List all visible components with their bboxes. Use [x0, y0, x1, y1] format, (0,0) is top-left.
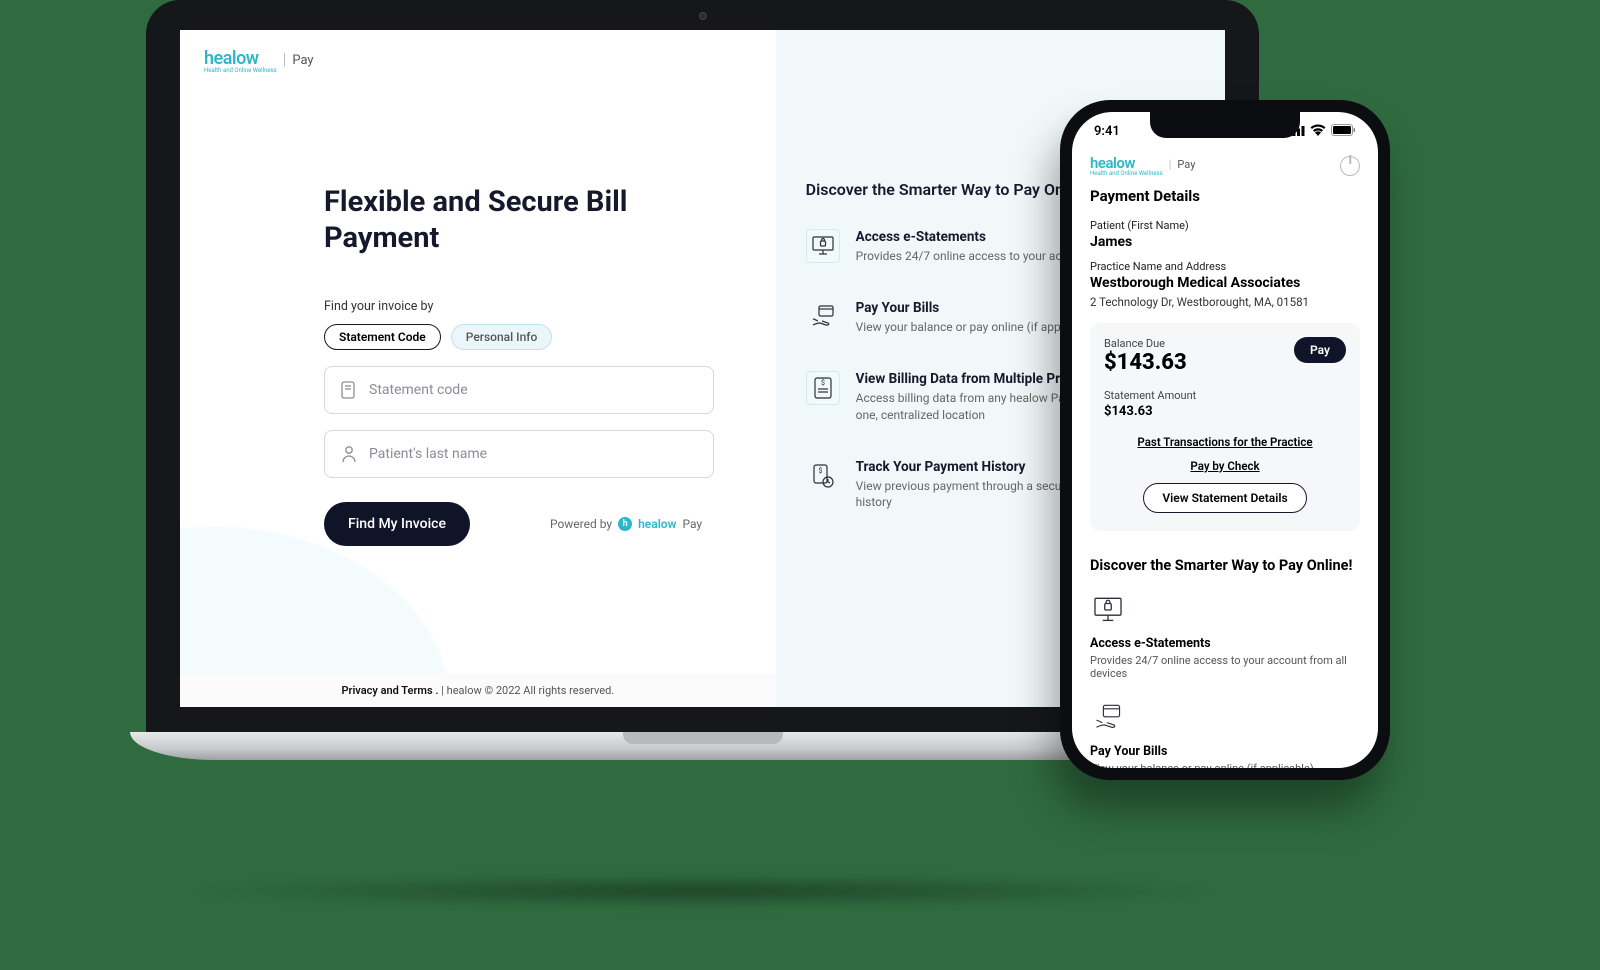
- svg-text:$: $: [821, 379, 825, 387]
- find-invoice-label: Find your invoice by: [324, 299, 752, 314]
- phone-feature-desc: Provides 24/7 online access to your acco…: [1090, 654, 1360, 680]
- healow-mark-icon: h: [618, 517, 632, 531]
- invoice-icon: $: [806, 371, 840, 405]
- balance-due-label: Balance Due: [1104, 337, 1187, 350]
- page-title: Flexible and Secure Bill Payment: [324, 184, 674, 257]
- monitor-lock-icon: [1090, 592, 1126, 628]
- phone-brand-logo: healow Health and Online Wellness | Pay: [1090, 154, 1195, 177]
- brand-tagline: Health and Online Wellness: [1090, 170, 1163, 177]
- brand-logo: healow Health and Online Wellness | Pay: [204, 48, 752, 74]
- phone-feature-desc: View your balance or pay online (if appl…: [1090, 762, 1360, 768]
- view-statement-details-button[interactable]: View Statement Details: [1143, 483, 1306, 513]
- powered-brand: healow: [638, 517, 676, 531]
- page-footer: Privacy and Terms . | healow © 2022 All …: [180, 674, 776, 707]
- statement-code-field[interactable]: [324, 366, 714, 414]
- document-icon: [341, 381, 357, 399]
- payment-details-heading: Payment Details: [1090, 187, 1360, 205]
- receipt-clock-icon: $: [806, 459, 840, 493]
- brand-product: Pay: [1177, 158, 1195, 171]
- brand-tagline: Health and Online Wellness: [204, 67, 277, 74]
- balance-card: Balance Due $143.63 Pay Statement Amount…: [1090, 323, 1360, 531]
- hand-card-icon: [1090, 700, 1126, 736]
- balance-due-amount: $143.63: [1104, 350, 1187, 375]
- battery-icon: [1331, 124, 1356, 140]
- powered-by: Powered by h healow Pay: [550, 517, 702, 531]
- monitor-lock-icon: [806, 229, 840, 263]
- powered-prefix: Powered by: [550, 517, 612, 531]
- brand-product: Pay: [292, 53, 313, 68]
- svg-text:$: $: [818, 467, 822, 475]
- laptop-camera-icon: [699, 12, 707, 20]
- practice-name: Westborough Medical Associates: [1090, 275, 1360, 291]
- footer-copyright: | healow © 2022 All rights reserved.: [439, 684, 615, 697]
- power-icon[interactable]: [1340, 156, 1360, 176]
- statement-amount-label: Statement Amount: [1104, 389, 1346, 402]
- statement-amount-value: $143.63: [1104, 404, 1346, 419]
- practice-address: 2 Technology Dr, Westborought, MA, 01581: [1090, 295, 1360, 309]
- patient-name: James: [1090, 234, 1360, 250]
- statement-code-input[interactable]: [369, 382, 697, 398]
- status-clock: 9:41: [1094, 124, 1120, 140]
- patient-label: Patient (First Name): [1090, 219, 1360, 232]
- phone-feature-title: Pay Your Bills: [1090, 744, 1360, 759]
- last-name-input[interactable]: [369, 446, 697, 462]
- tab-statement-code[interactable]: Statement Code: [324, 324, 441, 350]
- privacy-terms-link[interactable]: Privacy and Terms .: [341, 684, 438, 697]
- brand-name: healow: [204, 48, 259, 69]
- phone-discover-heading: Discover the Smarter Way to Pay Online!: [1090, 557, 1360, 574]
- find-invoice-button[interactable]: Find My Invoice: [324, 502, 470, 546]
- powered-product: Pay: [682, 517, 702, 531]
- pay-by-check-link[interactable]: Pay by Check: [1104, 459, 1346, 473]
- tab-personal-info[interactable]: Personal Info: [451, 324, 553, 350]
- phone-notch: [1150, 112, 1300, 138]
- pay-button[interactable]: Pay: [1294, 337, 1346, 363]
- wifi-icon: [1310, 124, 1326, 140]
- last-name-field[interactable]: [324, 430, 714, 478]
- phone-screen: 9:41 healow Health and Online Wellness: [1072, 112, 1378, 768]
- phone-feature-title: Access e-Statements: [1090, 636, 1360, 651]
- invoice-lookup-tabs: Statement Code Personal Info: [324, 324, 752, 350]
- practice-label: Practice Name and Address: [1090, 260, 1360, 273]
- phone-device: 9:41 healow Health and Online Wellness: [1060, 100, 1390, 780]
- past-transactions-link[interactable]: Past Transactions for the Practice: [1104, 435, 1346, 449]
- hand-card-icon: [806, 300, 840, 334]
- person-icon: [341, 445, 357, 463]
